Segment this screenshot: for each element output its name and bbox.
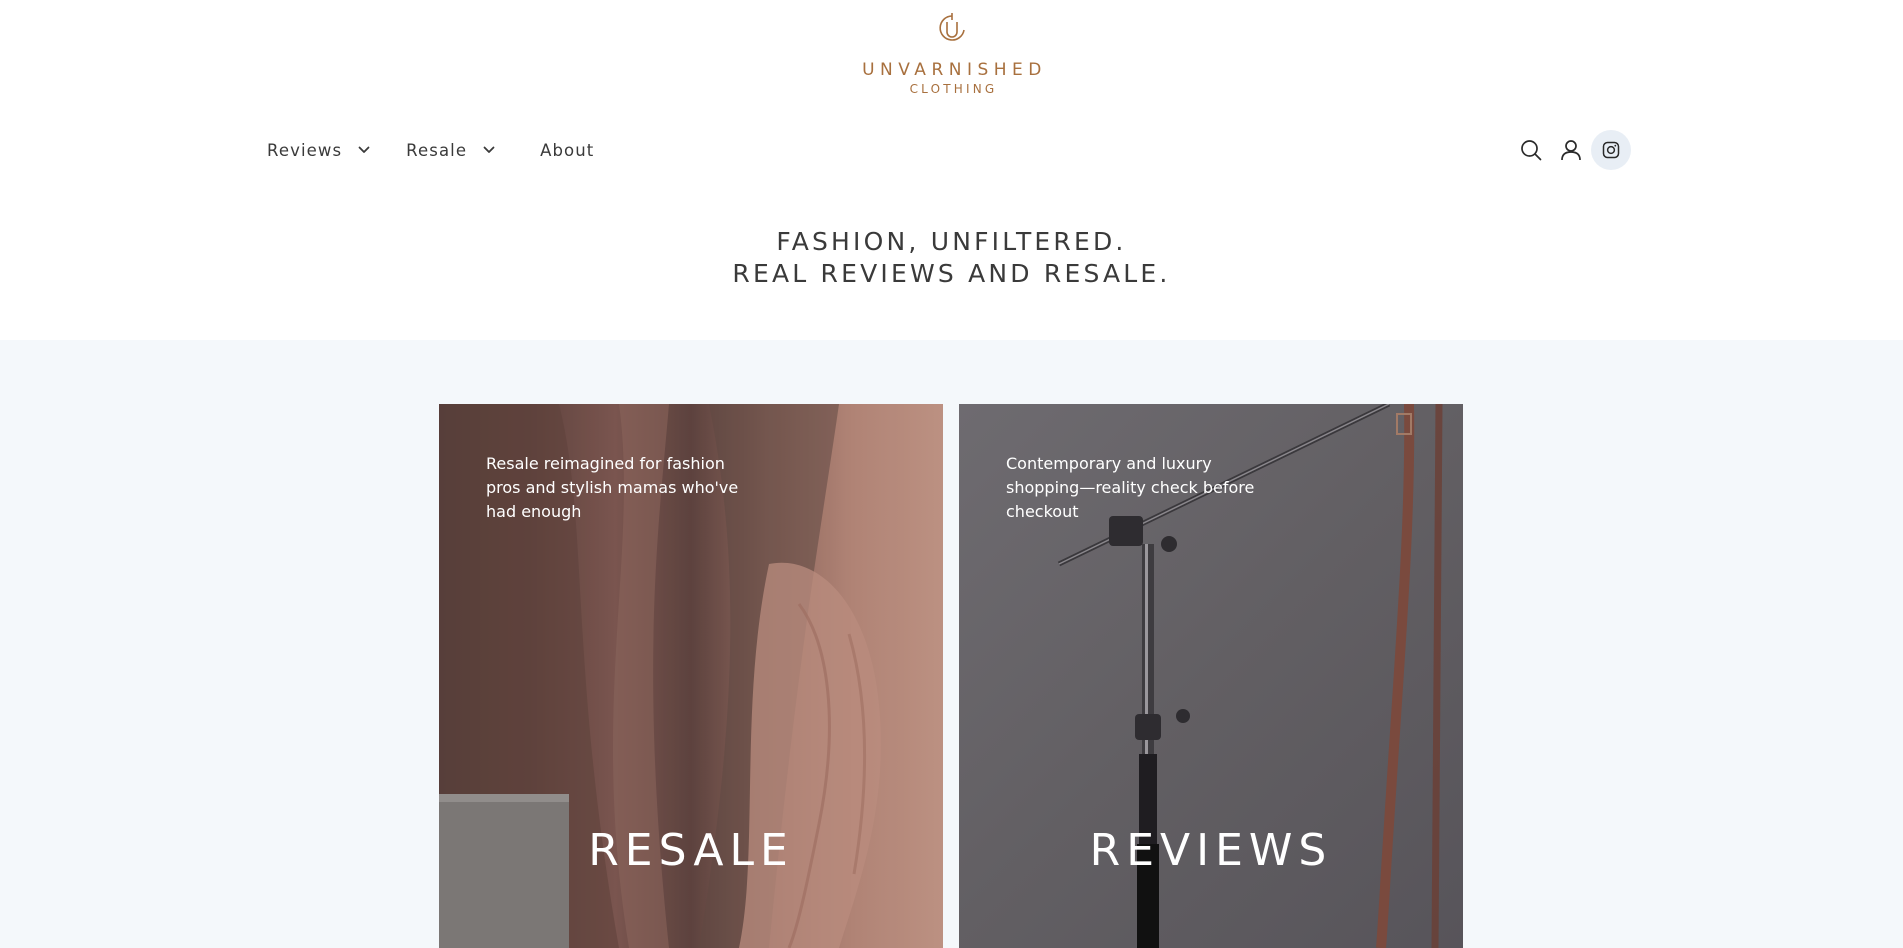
account-button[interactable]	[1551, 130, 1591, 170]
resale-card[interactable]: Resale reimagined for fashion pros and s…	[439, 404, 943, 948]
nav-item-reviews[interactable]: Reviews	[267, 141, 370, 160]
main-nav: Reviews Resale About	[267, 136, 630, 164]
reviews-card-description: Contemporary and luxury shopping—reality…	[1006, 454, 1255, 521]
nav-item-label: About	[540, 140, 595, 160]
tagline-line-2: REAL REVIEWS AND RESALE.	[732, 259, 1171, 288]
tagline-line-1: FASHION, UNFILTERED.	[776, 227, 1127, 256]
brand-name: UNVARNISHED	[862, 60, 1047, 80]
reviews-card-title: REVIEWS	[1089, 825, 1333, 876]
category-section: Resale reimagined for fashion pros and s…	[0, 340, 1903, 948]
instagram-button[interactable]	[1591, 130, 1631, 170]
chevron-down-icon	[358, 146, 370, 153]
resale-card-title: RESALE	[588, 825, 794, 876]
site-header: UNVARNISHED CLOTHING Reviews Resale Abou…	[0, 0, 1903, 340]
search-icon	[1521, 140, 1542, 161]
nav-item-label: Reviews	[267, 140, 343, 160]
chevron-down-icon	[483, 146, 495, 153]
account-icon	[1561, 140, 1581, 161]
brand-sub: CLOTHING	[909, 82, 998, 96]
search-button[interactable]	[1511, 130, 1551, 170]
instagram-icon	[1602, 141, 1620, 159]
nav-item-label: Resale	[406, 140, 468, 160]
nav-item-about[interactable]: About	[540, 141, 594, 160]
logo-mark-icon	[939, 13, 965, 41]
nav-item-resale[interactable]: Resale	[406, 141, 495, 160]
reviews-card[interactable]: Contemporary and luxury shopping—reality…	[959, 404, 1463, 948]
hero-tagline: FASHION, UNFILTERED. REAL REVIEWS AND RE…	[0, 226, 1903, 290]
resale-card-description: Resale reimagined for fashion pros and s…	[486, 454, 739, 521]
header-icons	[1511, 130, 1631, 170]
brand-logo[interactable]: UNVARNISHED CLOTHING	[851, 12, 1053, 102]
